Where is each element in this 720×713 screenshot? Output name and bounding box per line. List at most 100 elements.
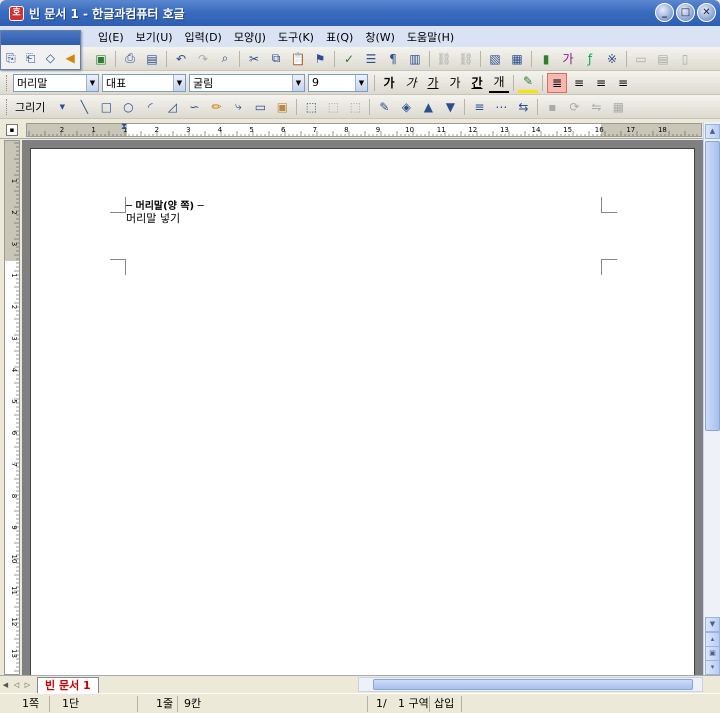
chevron-down-icon[interactable]: ▼ <box>292 74 304 91</box>
picture-icon[interactable]: ▧ <box>485 49 505 69</box>
line-style-icon[interactable]: ≡ <box>469 97 489 117</box>
speaker-icon[interactable]: ◀ <box>63 48 77 68</box>
picture-frame-icon[interactable]: ▣ <box>272 97 292 117</box>
outline-button[interactable]: 간 <box>467 73 487 93</box>
hyperlink-icon[interactable]: ⛓ <box>434 49 454 69</box>
tag-icon[interactable]: ◇ <box>44 48 58 68</box>
horizontal-ruler[interactable]: ▪ 2 1 1 2 3 4 5 6 7 8 9 10 11 12 13 14 15 16 17 18 ⧗ <box>0 121 720 139</box>
align-right-icon[interactable]: ≡ <box>613 73 633 93</box>
menu-help[interactable]: 도움말(H) <box>401 27 460 47</box>
fill-color-icon[interactable]: ◈ <box>396 97 416 117</box>
font-combo[interactable]: 굴림 ▼ <box>189 73 305 92</box>
style-combo[interactable]: 머리말 ▼ <box>13 73 99 92</box>
send-back-icon[interactable]: ▼ <box>440 97 460 117</box>
doc-icon[interactable]: ▤ <box>653 49 673 69</box>
columns-icon[interactable]: ▥ <box>405 49 425 69</box>
ungroup-icon[interactable]: ⬚ <box>345 97 365 117</box>
line-type-icon[interactable]: ⋯ <box>491 97 511 117</box>
paste-icon[interactable]: 📋 <box>288 49 308 69</box>
prev-tab-icon[interactable]: ◁ <box>11 678 22 692</box>
first-tab-icon[interactable]: ◀ <box>0 678 11 692</box>
ellipse-icon[interactable]: ○ <box>118 97 138 117</box>
print-icon[interactable]: ⎙ <box>120 49 140 69</box>
document-area[interactable]: ─ 머리말(양 쪽) ─ 머리말 넣기 <box>22 140 703 675</box>
page[interactable]: ─ 머리말(양 쪽) ─ 머리말 넣기 <box>30 148 695 675</box>
highlight-icon[interactable]: ✎ <box>518 73 538 93</box>
scroll-up-icon[interactable]: ▲ <box>705 124 720 139</box>
scroll-thumb[interactable] <box>705 141 720 431</box>
page-view-icon[interactable]: ▣ <box>705 646 720 661</box>
tab-document-1[interactable]: 빈 문서 1 <box>37 676 99 693</box>
align-objects-icon[interactable]: ▦ <box>608 97 628 117</box>
find-icon[interactable]: ⌕ <box>215 49 235 69</box>
flip-icon[interactable]: ⇋ <box>586 97 606 117</box>
header-text[interactable]: 머리말 넣기 <box>126 210 180 226</box>
formula-icon[interactable]: ƒ <box>580 49 600 69</box>
chart-icon[interactable]: ▮ <box>536 49 556 69</box>
drawing-label[interactable]: 그리기 <box>13 99 51 115</box>
hanja-icon[interactable]: 가 <box>558 49 578 69</box>
vertical-ruler[interactable]: 1231234567891011121314 <box>4 140 20 675</box>
cut-icon[interactable]: ✂ <box>244 49 264 69</box>
textbox-icon[interactable]: ▭ <box>250 97 270 117</box>
save-icon[interactable]: ▣ <box>91 49 111 69</box>
copy-icon[interactable]: ⧉ <box>266 49 286 69</box>
curve-icon[interactable]: ∽ <box>184 97 204 117</box>
menu-table[interactable]: 표(Q) <box>320 27 359 47</box>
copy-format-icon[interactable]: ⎗ <box>24 48 38 68</box>
frame-icon[interactable]: ▭ <box>631 49 651 69</box>
style-icon[interactable]: ¶ <box>383 49 403 69</box>
line-color-icon[interactable]: ✎ <box>374 97 394 117</box>
underline-button[interactable]: 가 <box>423 73 443 93</box>
menu-insert[interactable]: 입력(D) <box>179 27 228 47</box>
menu-format[interactable]: 모양(J) <box>228 27 272 47</box>
polygon-icon[interactable]: ◿ <box>162 97 182 117</box>
connector-icon[interactable]: ⤷ <box>228 97 248 117</box>
horizontal-scrollbar[interactable] <box>358 677 703 692</box>
next-tab-icon[interactable]: ▷ <box>22 678 33 692</box>
group-icon[interactable]: ⬚ <box>323 97 343 117</box>
strike-button[interactable]: 가 <box>445 73 465 93</box>
menu-edit[interactable]: 입(E) <box>92 27 130 47</box>
table-icon[interactable]: ▦ <box>507 49 527 69</box>
shadow-icon[interactable]: ▪ <box>542 97 562 117</box>
unlink-icon[interactable]: ⛓ <box>456 49 476 69</box>
align-icon[interactable]: ☰ <box>361 49 381 69</box>
align-left-icon[interactable]: ≡ <box>569 73 589 93</box>
floating-toolbar-titlebar[interactable] <box>1 31 80 45</box>
chevron-down-icon[interactable]: ▼ <box>173 74 185 91</box>
pencil-icon[interactable]: ✏ <box>206 97 226 117</box>
menu-tools[interactable]: 도구(K) <box>272 27 320 47</box>
bring-front-icon[interactable]: ▲ <box>418 97 438 117</box>
hscroll-thumb[interactable] <box>373 679 693 690</box>
language-combo[interactable]: 대표 ▼ <box>102 73 186 92</box>
font-size-combo[interactable]: 9 ▼ <box>308 73 368 92</box>
menu-window[interactable]: 창(W) <box>359 27 401 47</box>
italic-button[interactable]: 가 <box>401 73 421 93</box>
memo-icon[interactable]: ▯ <box>675 49 695 69</box>
align-center-icon[interactable]: ≡ <box>591 73 611 93</box>
title-bar[interactable]: 호 빈 문서 1 - 한글과컴퓨터 호글 _ □ ✕ <box>0 0 720 26</box>
ruler-corner-icon[interactable]: ▪ <box>6 124 18 136</box>
rectangle-icon[interactable]: □ <box>96 97 116 117</box>
justify-icon[interactable]: ≣ <box>547 72 567 93</box>
floating-toolbar[interactable]: ⎘ ⎗ ◇ ◀ <box>0 30 81 70</box>
select-object-icon[interactable]: ⬚ <box>301 97 321 117</box>
chevron-down-icon[interactable]: ▼ <box>355 74 367 91</box>
minimize-button[interactable]: _ <box>655 3 674 22</box>
stamp-icon[interactable]: ⚑ <box>310 49 330 69</box>
spellcheck-icon[interactable]: ✓ <box>339 49 359 69</box>
menu-view[interactable]: 보기(U) <box>130 27 179 47</box>
prev-page-icon[interactable]: ▴ <box>705 632 720 647</box>
link-icon[interactable]: ⎘ <box>4 48 18 68</box>
arrow-style-icon[interactable]: ⇆ <box>513 97 533 117</box>
hwp-app-icon[interactable]: 호 <box>9 5 24 21</box>
line-icon[interactable]: ╲ <box>74 97 94 117</box>
arc-icon[interactable]: ◜ <box>140 97 160 117</box>
indent-marker-icon[interactable]: ⧗ <box>121 122 127 132</box>
bold-button[interactable]: 가 <box>379 73 399 93</box>
font-color-button[interactable]: 개 <box>489 73 509 93</box>
scroll-down-icon[interactable]: ▼ <box>705 617 720 632</box>
chevron-down-icon[interactable]: ▼ <box>86 74 98 91</box>
undo-icon[interactable]: ↶ <box>171 49 191 69</box>
